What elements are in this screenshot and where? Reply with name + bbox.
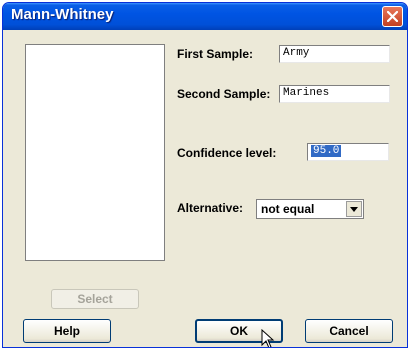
second-sample-field[interactable]: Marines — [279, 85, 390, 103]
select-button[interactable]: Select — [51, 289, 139, 309]
window-title: Mann-Whitney — [11, 6, 114, 23]
confidence-level-label: Confidence level: — [177, 146, 277, 160]
alternative-select[interactable]: not equal — [256, 199, 364, 219]
close-button[interactable] — [382, 6, 403, 27]
title-bar: Mann-Whitney — [3, 3, 407, 30]
mouse-pointer-icon — [261, 329, 275, 347]
cancel-button[interactable]: Cancel — [305, 319, 393, 343]
help-button[interactable]: Help — [23, 319, 111, 343]
confidence-level-field[interactable]: 95.0 — [307, 143, 389, 161]
close-icon — [387, 11, 398, 22]
variables-listbox[interactable] — [25, 44, 165, 261]
second-sample-label: Second Sample: — [177, 87, 271, 101]
first-sample-field[interactable]: Army — [279, 45, 390, 63]
first-sample-label: First Sample: — [177, 47, 254, 61]
mann-whitney-dialog: Mann-Whitney First Sample: Army Second S… — [2, 2, 408, 348]
chevron-down-icon — [350, 206, 358, 212]
alternative-selected-value: not equal — [261, 202, 315, 216]
confidence-level-value: 95.0 — [311, 145, 342, 157]
alternative-label: Alternative: — [177, 201, 244, 215]
alternative-dropdown-button[interactable] — [346, 201, 362, 217]
